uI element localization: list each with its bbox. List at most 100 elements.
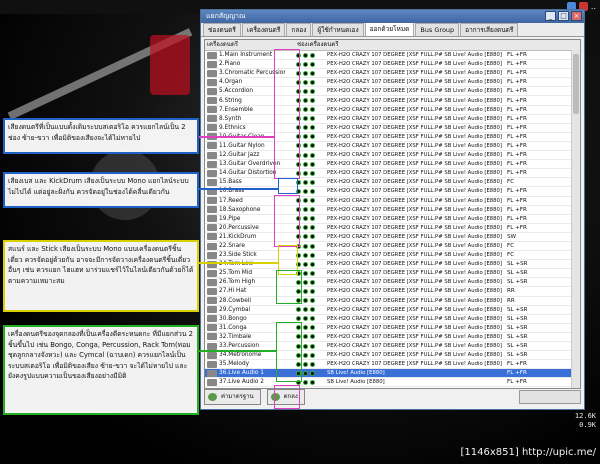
channel-dot-icon[interactable]: [302, 188, 308, 194]
tab-2[interactable]: กลอง: [286, 23, 312, 36]
tab-3[interactable]: ผู้ใช้กำหนดเอง: [312, 23, 364, 36]
speaker-assignment[interactable]: SL +SR: [507, 342, 543, 350]
speaker-assignment[interactable]: FC: [507, 178, 543, 186]
output-device[interactable]: PEX-H2O CRAZY 107 DEGREE [XSF FULL.P# SB…: [325, 197, 507, 205]
channel-dot-icon[interactable]: [302, 225, 308, 231]
instrument-row[interactable]: 1.Main Instrument PEX-H2O CRAZY 107 DEGRE…: [205, 51, 580, 61]
header-channel[interactable]: ช่องเครื่องดนตรี: [297, 40, 339, 50]
instrument-row[interactable]: 4.Organ PEX-H2O CRAZY 107 DEGREE [XSF FUL…: [205, 78, 580, 88]
channel-dot-icon[interactable]: [309, 134, 315, 140]
channel-dot-icon[interactable]: [309, 98, 315, 104]
channel-dot-icon[interactable]: [302, 79, 308, 85]
maximize-button[interactable]: □: [558, 11, 569, 21]
output-device[interactable]: PEX-H2O CRAZY 107 DEGREE [XSF FULL.P# SB…: [325, 233, 507, 241]
output-device[interactable]: PEX-H2O CRAZY 107 DEGREE [XSF FULL.P# SB…: [325, 69, 507, 77]
channel-dot-icon[interactable]: [302, 370, 308, 376]
output-device[interactable]: PEX-H2O CRAZY 107 DEGREE [XSF FULL.P# SB…: [325, 124, 507, 132]
speaker-assignment[interactable]: FL +FR: [507, 378, 543, 386]
tab-6[interactable]: อาการเสียงดนตรี: [460, 23, 519, 36]
speaker-assignment[interactable]: FL +FR: [507, 87, 543, 95]
output-device[interactable]: PEX-H2O CRAZY 107 DEGREE [XSF FULL.P# SB…: [325, 278, 507, 286]
channel-dot-icon[interactable]: [302, 270, 308, 276]
speaker-assignment[interactable]: FC: [507, 251, 543, 259]
instrument-row[interactable]: 9.Ethnics PEX-H2O CRAZY 107 DEGREE [XSF F…: [205, 124, 580, 133]
channel-dot-icon[interactable]: [302, 352, 308, 358]
speaker-assignment[interactable]: FL +FR: [507, 206, 543, 214]
instrument-row[interactable]: 34.Metronome PEX-H2O CRAZY 107 DEGREE [XS…: [205, 351, 580, 361]
channel-dot-icon[interactable]: [309, 198, 315, 204]
output-device[interactable]: PEX-H2O CRAZY 107 DEGREE [XSF FULL.P# SB…: [325, 360, 507, 368]
channel-dot-icon[interactable]: [309, 88, 315, 94]
channel-dot-icon[interactable]: [302, 52, 308, 58]
instrument-row[interactable]: 31.Conga PEX-H2O CRAZY 107 DEGREE [XSF FU…: [205, 324, 580, 333]
channel-dot-icon[interactable]: [302, 307, 308, 313]
channel-dot-icon[interactable]: [302, 98, 308, 104]
speaker-assignment[interactable]: FL +FR: [507, 215, 543, 223]
output-device[interactable]: PEX-H2O CRAZY 107 DEGREE [XSF FULL.P# SB…: [325, 78, 507, 86]
channel-dot-icon[interactable]: [309, 298, 315, 304]
channel-dot-icon[interactable]: [302, 334, 308, 340]
output-device[interactable]: PEX-H2O CRAZY 107 DEGREE [XSF FULL.P# SB…: [325, 133, 507, 141]
instrument-row[interactable]: 14.Guitar Distortion PEX-H2O CRAZY 107 DE…: [205, 169, 580, 179]
output-device[interactable]: PEX-H2O CRAZY 107 DEGREE [XSF FULL.P# SB…: [325, 87, 507, 95]
speaker-assignment[interactable]: FL +FR: [507, 197, 543, 205]
scrollbar-thumb[interactable]: [573, 54, 579, 114]
speaker-assignment[interactable]: FC: [507, 242, 543, 250]
default-button[interactable]: ค่ามาตรฐาน: [204, 389, 261, 405]
channel-dot-icon[interactable]: [309, 379, 315, 385]
channel-dot-icon[interactable]: [309, 170, 315, 176]
instrument-row[interactable]: 21.KickDrum PEX-H2O CRAZY 107 DEGREE [XSF…: [205, 233, 580, 242]
channel-dot-icon[interactable]: [302, 379, 308, 385]
channel-dot-icon[interactable]: [309, 270, 315, 276]
channel-dot-icon[interactable]: [302, 252, 308, 258]
channel-dot-icon[interactable]: [309, 243, 315, 249]
instrument-row[interactable]: 29.Cymbal PEX-H2O CRAZY 107 DEGREE [XSF F…: [205, 306, 580, 315]
channel-dot-icon[interactable]: [309, 116, 315, 122]
channel-dot-icon[interactable]: [309, 188, 315, 194]
channel-dot-icon[interactable]: [309, 234, 315, 240]
channel-dot-icon[interactable]: [295, 307, 301, 313]
tab-4[interactable]: ออกด้วยโหมด: [364, 22, 415, 36]
channel-dot-icon[interactable]: [302, 107, 308, 113]
speaker-assignment[interactable]: SW: [507, 233, 543, 241]
instrument-row[interactable]: 2.Piano PEX-H2O CRAZY 107 DEGREE [XSF FUL…: [205, 60, 580, 70]
output-device[interactable]: PEX-H2O CRAZY 107 DEGREE [XSF FULL.P# SB…: [325, 97, 507, 105]
instrument-row[interactable]: 30.Bongo PEX-H2O CRAZY 107 DEGREE [XSF FU…: [205, 315, 580, 324]
instrument-row[interactable]: 36.Live Audio 1 SB Live! Audio [E880] FL +…: [205, 369, 580, 379]
speaker-assignment[interactable]: FL +FR: [507, 369, 543, 377]
channel-dot-icon[interactable]: [309, 279, 315, 285]
tab-0[interactable]: ช่องดนตรี: [203, 23, 241, 36]
speaker-assignment[interactable]: FL +FR: [507, 151, 543, 159]
channel-dot-icon[interactable]: [309, 107, 315, 113]
channel-dot-icon[interactable]: [302, 88, 308, 94]
channel-dot-icon[interactable]: [302, 161, 308, 167]
instrument-row[interactable]: 5.Accordion PEX-H2O CRAZY 107 DEGREE [XSF…: [205, 87, 580, 97]
channel-dot-icon[interactable]: [302, 152, 308, 158]
output-device[interactable]: SB Live! Audio [E880]: [325, 378, 507, 386]
output-device[interactable]: PEX-H2O CRAZY 107 DEGREE [XSF FULL.P# SB…: [325, 242, 507, 250]
output-device[interactable]: PEX-H2O CRAZY 107 DEGREE [XSF FULL.P# SB…: [325, 297, 507, 305]
channel-dot-icon[interactable]: [309, 179, 315, 185]
output-device[interactable]: PEX-H2O CRAZY 107 DEGREE [XSF FULL.P# SB…: [325, 178, 507, 186]
channel-dot-icon[interactable]: [302, 298, 308, 304]
instrument-row[interactable]: 20.Percussive PEX-H2O CRAZY 107 DEGREE [X…: [205, 224, 580, 233]
output-device[interactable]: PEX-H2O CRAZY 107 DEGREE [XSF FULL.P# SB…: [325, 169, 507, 177]
channel-dot-icon[interactable]: [309, 152, 315, 158]
channel-dot-icon[interactable]: [302, 143, 308, 149]
output-device[interactable]: PEX-H2O CRAZY 107 DEGREE [XSF FULL.P# SB…: [325, 324, 507, 332]
speaker-assignment[interactable]: RR: [507, 297, 543, 305]
output-device[interactable]: SB Live! Audio [E880]: [325, 369, 507, 377]
speaker-assignment[interactable]: FL +FR: [507, 60, 543, 68]
instrument-row[interactable]: 37.Live Audio 2 SB Live! Audio [E880] FL +…: [205, 378, 580, 388]
instrument-row[interactable]: 19.Pipe PEX-H2O CRAZY 107 DEGREE [XSF FUL…: [205, 215, 580, 224]
instrument-row[interactable]: 23.Side Stick PEX-H2O CRAZY 107 DEGREE [X…: [205, 251, 580, 261]
channel-dot-icon[interactable]: [302, 198, 308, 204]
channel-dot-icon[interactable]: [302, 61, 308, 67]
output-device[interactable]: PEX-H2O CRAZY 107 DEGREE [XSF FULL.P# SB…: [325, 115, 507, 123]
channel-dot-icon[interactable]: [309, 79, 315, 85]
output-device[interactable]: PEX-H2O CRAZY 107 DEGREE [XSF FULL.P# SB…: [325, 206, 507, 214]
speaker-assignment[interactable]: SL +SR: [507, 351, 543, 359]
channel-dot-icon[interactable]: [309, 334, 315, 340]
channel-dot-icon[interactable]: [309, 216, 315, 222]
speaker-assignment[interactable]: FL +FR: [507, 78, 543, 86]
